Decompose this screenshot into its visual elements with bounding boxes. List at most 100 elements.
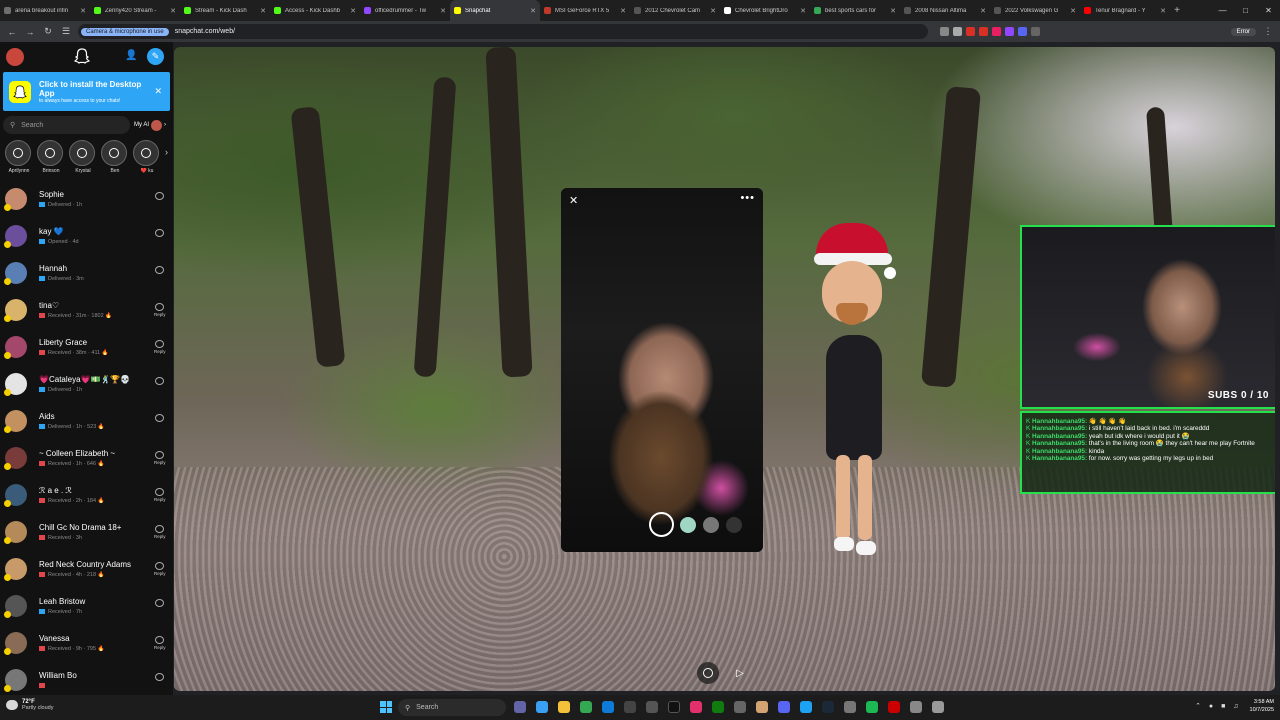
camera-reply-button[interactable]: Reply [154, 303, 166, 317]
discord-icon[interactable] [778, 701, 790, 713]
camera-reply-button[interactable]: Reply [154, 451, 166, 465]
browser-tab[interactable]: officedrummer - Tw ✕ [360, 0, 450, 21]
extension-pink-icon[interactable] [992, 27, 1001, 36]
browser-tab[interactable]: 2022 Volkswagen G ✕ [990, 0, 1080, 21]
search-input[interactable]: ⚲ Search [3, 116, 130, 134]
extension-discord-icon[interactable] [1018, 27, 1027, 36]
browser-tab[interactable]: MSI GeForce RTX 5 ✕ [540, 0, 630, 21]
play-icon[interactable]: ▷ [729, 662, 751, 684]
camera-reply-button[interactable] [154, 266, 164, 274]
chat-list-item[interactable]: Aids Delivered · 1h · 523 🔥 [0, 402, 173, 439]
extension-red-icon[interactable] [966, 27, 975, 36]
xbox-icon[interactable] [712, 701, 724, 713]
weather-widget[interactable]: 72°F Partly cloudy [6, 699, 54, 711]
edge-icon[interactable] [602, 701, 614, 713]
camera-reply-button[interactable] [154, 377, 164, 385]
tiktok-icon[interactable] [668, 701, 680, 713]
app3-icon[interactable] [800, 701, 812, 713]
story-item[interactable]: ❤️ ku [133, 140, 161, 174]
close-tab-icon[interactable]: ✕ [170, 7, 176, 15]
close-tab-icon[interactable]: ✕ [800, 7, 806, 15]
chat-list-item[interactable]: Red Neck Country Adams Received · 4h · 21… [0, 550, 173, 587]
my-ai-button[interactable]: My AI › [134, 119, 170, 131]
chat-list-item[interactable]: Vanessa Received · 9h · 795 🔥 Reply [0, 624, 173, 661]
camera-reply-button[interactable]: Reply [154, 562, 166, 576]
camera-reply-button[interactable] [154, 192, 164, 200]
capture-button[interactable] [649, 512, 674, 537]
browser-tab[interactable]: 2012 Chevrolet Cam ✕ [630, 0, 720, 21]
close-tab-icon[interactable]: ✕ [710, 7, 716, 15]
browser-tab[interactable]: Snapchat ✕ [450, 0, 540, 21]
chrome-icon[interactable] [580, 701, 592, 713]
tray-icons[interactable]: ⌃ ● ■ ♫ [1195, 702, 1241, 710]
camera-reply-button[interactable]: Reply [154, 340, 166, 354]
camera-in-use-chip[interactable]: Camera & microphone in use [81, 27, 169, 36]
chat-list-item[interactable]: ℛ a e . ℛ Received · 2h · 184 🔥 Reply [0, 476, 173, 513]
browser-tab[interactable]: Tenur Bragnard - Y ✕ [1080, 0, 1170, 21]
minimize-button[interactable]: — [1211, 0, 1234, 21]
address-bar[interactable]: Camera & microphone in use snapchat.com/… [78, 24, 928, 39]
close-tab-icon[interactable]: ✕ [1070, 7, 1076, 15]
close-banner-icon[interactable]: ✕ [154, 86, 162, 97]
new-chat-button[interactable]: ✎ [147, 48, 164, 65]
install-desktop-banner[interactable]: Click to install the Desktop App to alwa… [3, 72, 170, 111]
browser-tab[interactable]: 2008 Nissan Altima ✕ [900, 0, 990, 21]
settings-icon[interactable] [734, 701, 746, 713]
teams-icon[interactable] [514, 701, 526, 713]
browser-tab[interactable]: Access - Kick Dashb ✕ [270, 0, 360, 21]
close-tab-icon[interactable]: ✕ [80, 7, 86, 15]
profile-button[interactable]: Error [1230, 27, 1256, 36]
instagram-icon[interactable] [690, 701, 702, 713]
site-info-icon[interactable]: ☰ [60, 26, 72, 37]
chat-list-item[interactable]: Leah Bristow Received · 7h [0, 587, 173, 624]
close-tab-icon[interactable]: ✕ [980, 7, 986, 15]
app6-icon[interactable] [910, 701, 922, 713]
chat-list-item[interactable]: Sophie Delivered · 1h [0, 180, 173, 217]
chat-list-item[interactable]: William Bo [0, 661, 173, 695]
browser-tab[interactable]: arena breakout infin ✕ [0, 0, 90, 21]
back-icon[interactable]: ← [6, 27, 18, 37]
clock[interactable]: 3:58 AM 10/7/2025 [1250, 698, 1274, 714]
close-tab-icon[interactable]: ✕ [350, 7, 356, 15]
camera-reply-button[interactable] [154, 229, 164, 237]
story-item[interactable]: Ben [101, 140, 129, 174]
app-icon[interactable] [646, 701, 658, 713]
camera-toggle-button[interactable] [697, 662, 719, 684]
bookmark-star-icon[interactable] [953, 27, 962, 36]
reload-icon[interactable]: ↻ [42, 26, 54, 37]
camera-reply-button[interactable] [154, 673, 164, 681]
spotify-icon[interactable] [866, 701, 878, 713]
close-tab-icon[interactable]: ✕ [440, 7, 446, 15]
browser-tab[interactable]: Stream - Kick Dash ✕ [180, 0, 270, 21]
chat-list-item[interactable]: 💗Cataleya💗💵🕺🏆💀 Delivered · 1h [0, 365, 173, 402]
extension-red2-icon[interactable] [979, 27, 988, 36]
chat-list-item[interactable]: tina♡ Received · 31m · 1802 🔥 Reply [0, 291, 173, 328]
store-icon[interactable] [624, 701, 636, 713]
forward-icon[interactable]: → [24, 27, 36, 37]
app4-icon[interactable] [844, 701, 856, 713]
app7-icon[interactable] [932, 701, 944, 713]
camera-reply-button[interactable] [154, 599, 164, 607]
camera-reply-button[interactable]: Reply [154, 525, 166, 539]
stories-next-icon[interactable]: › [165, 147, 168, 174]
lens-option-3[interactable] [726, 517, 742, 533]
start-button[interactable] [380, 701, 392, 713]
chat-list-item[interactable]: Liberty Grace Received · 38m · 411 🔥 Reply [0, 328, 173, 365]
story-item[interactable]: Krystal [69, 140, 97, 174]
new-tab-button[interactable]: + [1170, 5, 1184, 16]
extensions-puzzle-icon[interactable] [1031, 27, 1040, 36]
profile-bitmoji-avatar[interactable] [6, 48, 24, 66]
file-explorer-icon[interactable] [558, 701, 570, 713]
browser-tab[interactable]: Zenny420 Stream - ✕ [90, 0, 180, 21]
app5-icon[interactable] [888, 701, 900, 713]
close-tab-icon[interactable]: ✕ [890, 7, 896, 15]
add-friend-icon[interactable]: 👤 [125, 50, 137, 61]
chat-list-item[interactable]: Hannah Delivered · 3m [0, 254, 173, 291]
story-item[interactable]: Brinson [37, 140, 65, 174]
app2-icon[interactable] [756, 701, 768, 713]
cast-icon[interactable] [940, 27, 949, 36]
browser-tab[interactable]: best sports cars for ✕ [810, 0, 900, 21]
steam-icon[interactable] [822, 701, 834, 713]
chat-list-item[interactable]: kay 💙 Opened · 4d [0, 217, 173, 254]
extension-twitch-icon[interactable] [1005, 27, 1014, 36]
